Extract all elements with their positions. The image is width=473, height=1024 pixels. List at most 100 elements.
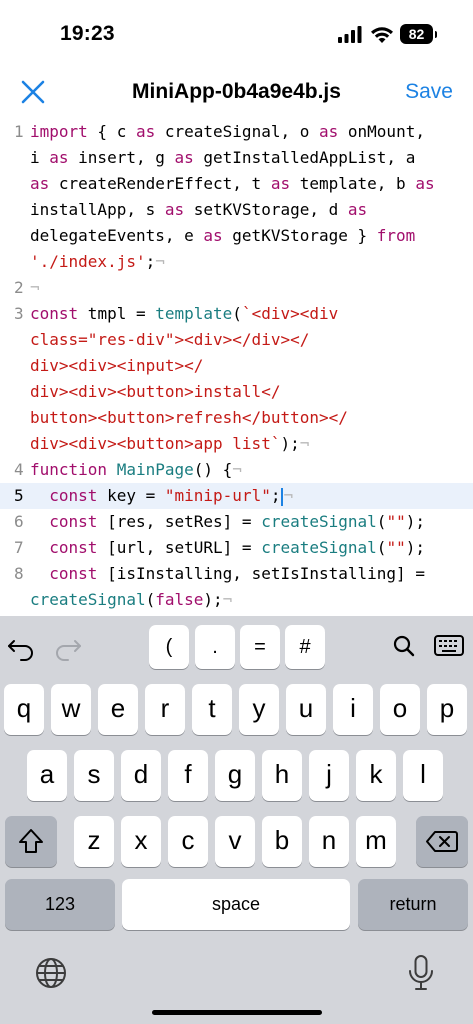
code-text: div><div><input></ (30, 353, 203, 379)
hide-keyboard-button[interactable] (429, 624, 469, 668)
key-s[interactable]: s (74, 750, 114, 801)
key-f[interactable]: f (168, 750, 208, 801)
key-x[interactable]: x (121, 816, 161, 867)
key-y[interactable]: y (239, 684, 279, 735)
line-number: 2 (14, 278, 24, 297)
code-token: { c (87, 122, 136, 141)
code-line[interactable]: div><div><input></ (0, 353, 473, 379)
code-line[interactable]: createSignal(false);¬ (0, 587, 473, 613)
code-line[interactable]: div><div><button>app list`);¬ (0, 431, 473, 457)
key-o[interactable]: o (380, 684, 420, 735)
key-n[interactable]: n (309, 816, 349, 867)
key-r[interactable]: r (145, 684, 185, 735)
key-z[interactable]: z (74, 816, 114, 867)
code-token: [res, setRes] = (97, 512, 262, 531)
accessory-key[interactable]: ( (149, 625, 189, 669)
code-text: const key = "minip-url"; ¬ (30, 483, 293, 509)
code-token: from (376, 226, 416, 245)
key-j[interactable]: j (309, 750, 349, 801)
code-token: ; (270, 486, 281, 505)
key-h[interactable]: h (262, 750, 302, 801)
save-button[interactable]: Save (405, 80, 453, 104)
numbers-key[interactable]: 123 (5, 879, 115, 930)
code-token: i (30, 148, 50, 167)
shift-key[interactable] (5, 816, 57, 867)
undo-button[interactable] (1, 624, 41, 668)
redo-icon (56, 640, 81, 661)
code-token: createSignal, o (155, 122, 319, 141)
redo-button[interactable] (48, 624, 88, 668)
code-token: onMount, (338, 122, 425, 141)
microphone-icon[interactable] (406, 954, 436, 992)
code-line[interactable]: './index.js';¬ (0, 249, 473, 275)
key-l[interactable]: l (403, 750, 443, 801)
search-button[interactable] (384, 624, 424, 668)
search-icon (393, 635, 415, 657)
key-v[interactable]: v (215, 816, 255, 867)
key-g[interactable]: g (215, 750, 255, 801)
code-line[interactable]: button><button>refresh</button></ (0, 405, 473, 431)
code-line[interactable]: delegateEvents, e as getKVStorage } from (0, 223, 473, 249)
key-m[interactable]: m (356, 816, 396, 867)
code-line[interactable]: class="res-div"><div></div></ (0, 327, 473, 353)
key-i[interactable]: i (333, 684, 373, 735)
key-b[interactable]: b (262, 816, 302, 867)
line-number: 6 (14, 512, 24, 531)
code-text: div><div><button>app list`);¬ (30, 431, 309, 457)
code-token: ( (145, 590, 156, 609)
code-token: getKVStorage } (222, 226, 377, 245)
code-token: template (155, 304, 233, 323)
key-u[interactable]: u (286, 684, 326, 735)
space-key[interactable]: space (122, 879, 350, 930)
code-token: getInstalledAppList, a (193, 148, 416, 167)
accessory-key[interactable]: = (240, 625, 280, 669)
code-line[interactable]: 7 const [url, setURL] = createSignal("")… (0, 535, 473, 561)
code-line[interactable]: 3 const tmpl = template(`<div><div (0, 301, 473, 327)
code-text: const [isInstalling, setIsInstalling] = (30, 561, 425, 587)
code-line[interactable]: 2 ¬ (0, 275, 473, 301)
code-token: ( (376, 512, 387, 531)
wifi-icon (371, 27, 393, 43)
code-token: import (30, 122, 88, 141)
return-key[interactable]: return (358, 879, 468, 930)
code-text: delegateEvents, e as getKVStorage } from (30, 223, 415, 249)
key-e[interactable]: e (98, 684, 138, 735)
key-a[interactable]: a (27, 750, 67, 801)
key-w[interactable]: w (51, 684, 91, 735)
line-number: 3 (14, 304, 24, 323)
key-d[interactable]: d (121, 750, 161, 801)
accessory-key[interactable]: . (195, 625, 235, 669)
key-t[interactable]: t (192, 684, 232, 735)
keyboard: (. = # qwertyuiop asdfghjkl zxcvbnm 123 spac… (0, 616, 473, 1024)
code-token: div><div><button>install</ (30, 382, 281, 401)
code-line[interactable]: i as insert, g as getInstalledAppList, a (0, 145, 473, 171)
code-line[interactable]: 6 const [res, setRes] = createSignal("")… (0, 509, 473, 535)
code-text: const [url, setURL] = createSignal(""); (30, 535, 425, 561)
code-token: function (30, 460, 108, 479)
delete-key[interactable] (416, 816, 468, 867)
code-line[interactable]: installApp, s as setKVStorage, d as (0, 197, 473, 223)
code-line[interactable]: 8 const [isInstalling, setIsInstalling] … (0, 561, 473, 587)
code-line[interactable]: as createRenderEffect, t as template, b … (0, 171, 473, 197)
code-token: as (30, 174, 50, 193)
code-text: function MainPage() {¬ (30, 457, 242, 483)
code-line[interactable]: 1 import { c as createSignal, o as onMoun… (0, 119, 473, 145)
code-editor[interactable]: 1 import { c as createSignal, o as onMoun… (0, 119, 473, 616)
code-text: div><div><button>install</ (30, 379, 280, 405)
line-number: 1 (14, 122, 24, 141)
code-line-active[interactable]: 5 const key = "minip-url"; ¬ (0, 483, 473, 509)
key-p[interactable]: p (427, 684, 467, 735)
code-token: "minip-url" (164, 486, 271, 505)
accessory-key[interactable]: # (285, 625, 325, 669)
code-token: ); (405, 538, 425, 557)
line-number: 5 (14, 486, 24, 505)
key-k[interactable]: k (356, 750, 396, 801)
code-line[interactable]: 4 function MainPage() {¬ (0, 457, 473, 483)
code-text: './index.js';¬ (30, 249, 165, 275)
key-q[interactable]: q (4, 684, 44, 735)
globe-icon[interactable] (34, 956, 68, 990)
key-c[interactable]: c (168, 816, 208, 867)
code-token: MainPage (116, 460, 194, 479)
code-token: "" (386, 512, 406, 531)
code-line[interactable]: div><div><button>install</ (0, 379, 473, 405)
